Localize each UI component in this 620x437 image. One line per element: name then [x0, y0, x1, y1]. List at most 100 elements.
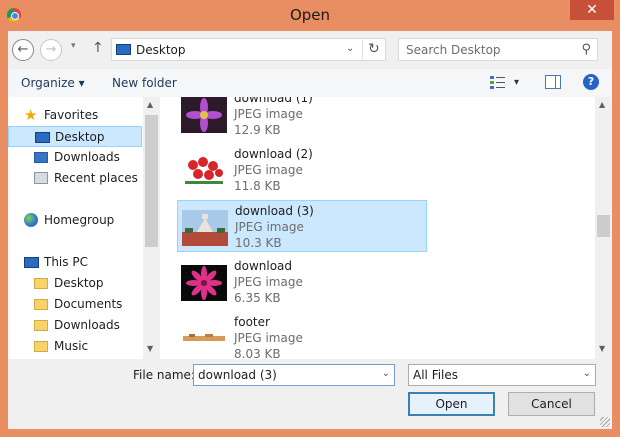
back-button[interactable]: ← — [12, 39, 34, 61]
file-item[interactable]: download (1) JPEG image 12.9 KB — [177, 97, 427, 140]
sidebar-item-downloads[interactable]: Downloads — [8, 147, 142, 168]
sidebar-item-music[interactable]: Music — [8, 336, 142, 357]
scrollbar-thumb[interactable] — [597, 215, 610, 237]
scrollbar-thumb[interactable] — [145, 115, 158, 247]
sidebar-item-label: Music — [54, 339, 89, 353]
file-name: download (1) — [234, 97, 313, 105]
file-type: JPEG image — [234, 331, 303, 345]
command-bar: Organize ▾ New folder ▾ ? — [8, 69, 612, 97]
file-name-label: File name: — [133, 368, 195, 382]
file-item-selected[interactable]: download (3) JPEG image 10.3 KB — [177, 200, 427, 252]
window-title: Open — [289, 6, 331, 24]
sidebar-item-label: Downloads — [54, 150, 120, 164]
sidebar-item-label: Recent places — [54, 171, 138, 185]
organize-button[interactable]: Organize ▾ — [21, 76, 85, 90]
scroll-up-arrow-icon[interactable]: ▲ — [599, 100, 605, 109]
file-item[interactable]: download (2) JPEG image 11.8 KB — [177, 144, 427, 196]
view-dropdown-icon[interactable]: ▾ — [514, 77, 519, 88]
sidebar-item-label: Homegroup — [44, 213, 115, 227]
file-item[interactable]: download JPEG image 6.35 KB — [177, 256, 427, 308]
navigation-pane: ★ Favorites Desktop Downloads Recent pla… — [8, 97, 160, 359]
file-thumbnail — [181, 97, 227, 133]
downloads-folder-icon — [34, 152, 48, 163]
chevron-down-icon[interactable]: ⌄ — [382, 368, 390, 379]
file-type-filter[interactable]: All Files ⌄ — [408, 364, 596, 386]
resize-grip[interactable] — [600, 417, 610, 427]
cancel-button[interactable]: Cancel — [508, 392, 595, 416]
open-dialog: Open ✕ ← → ▾ ↑ Desktop ⌄ ↻ Search Deskto… — [0, 0, 620, 437]
file-size: 8.03 KB — [234, 347, 281, 359]
file-thumbnail — [182, 210, 228, 246]
desktop-icon — [116, 44, 131, 55]
sidebar-item-favorites[interactable]: ★ Favorites — [8, 105, 142, 126]
file-list: download (1) JPEG image 12.9 KB download… — [160, 97, 595, 359]
file-type: JPEG image — [234, 107, 303, 121]
file-thumbnail — [181, 321, 227, 357]
folder-icon — [34, 278, 48, 289]
sidebar-item-this-pc[interactable]: This PC — [8, 252, 142, 273]
music-folder-icon — [34, 341, 48, 352]
sidebar-item-label: Favorites — [44, 108, 99, 122]
sidebar-item-documents[interactable]: Documents — [8, 294, 142, 315]
file-thumbnail — [181, 265, 227, 301]
help-icon[interactable]: ? — [583, 74, 599, 90]
change-view-icon[interactable] — [490, 75, 506, 89]
sidebar-item-label: Desktop — [54, 276, 104, 290]
file-size: 6.35 KB — [234, 291, 281, 305]
sidebar-item-pc-downloads[interactable]: Downloads — [8, 315, 142, 336]
file-size: 11.8 KB — [234, 179, 281, 193]
sidebar-item-label: Documents — [54, 297, 123, 311]
chevron-down-icon[interactable]: ⌄ — [583, 368, 591, 379]
sidebar-item-pc-desktop[interactable]: Desktop — [8, 273, 142, 294]
sidebar-item-desktop[interactable]: Desktop — [8, 126, 142, 147]
title-bar[interactable]: Open ✕ — [0, 0, 620, 30]
folder-icon — [34, 299, 48, 310]
address-bar[interactable]: Desktop ⌄ ↻ — [111, 38, 386, 61]
forward-button[interactable]: → — [40, 39, 62, 61]
file-size: 12.9 KB — [234, 123, 281, 137]
scroll-down-arrow-icon[interactable]: ▼ — [147, 344, 153, 353]
dialog-footer: File name: download (3) ⌄ All Files ⌄ Op… — [8, 359, 612, 429]
computer-icon — [24, 257, 39, 268]
desktop-icon — [35, 132, 50, 143]
scroll-up-arrow-icon[interactable]: ▲ — [147, 100, 153, 109]
open-button[interactable]: Open — [408, 392, 495, 416]
search-box[interactable]: Search Desktop ⚲ — [398, 38, 598, 61]
address-location[interactable]: Desktop — [136, 43, 186, 57]
file-name-input[interactable]: download (3) ⌄ — [193, 364, 395, 386]
navigation-pane-scrollbar[interactable]: ▲ ▼ — [143, 97, 160, 359]
file-item[interactable]: footer JPEG image 8.03 KB — [177, 312, 427, 359]
file-name-value[interactable]: download (3) — [198, 368, 277, 382]
up-arrow-icon[interactable]: ↑ — [92, 40, 104, 56]
sidebar-item-label: Downloads — [54, 318, 120, 332]
file-type: JPEG image — [234, 275, 303, 289]
file-name: download — [234, 259, 293, 273]
address-separator — [362, 39, 363, 60]
file-list-scrollbar[interactable]: ▲ ▼ — [595, 97, 612, 359]
file-thumbnail — [181, 153, 227, 189]
search-icon[interactable]: ⚲ — [581, 42, 591, 57]
star-icon: ★ — [24, 106, 38, 124]
address-dropdown-icon[interactable]: ⌄ — [346, 43, 354, 54]
file-type-filter-value[interactable]: All Files — [413, 368, 458, 382]
file-size: 10.3 KB — [235, 236, 282, 250]
sidebar-item-recent-places[interactable]: Recent places — [8, 168, 142, 189]
refresh-icon[interactable]: ↻ — [368, 41, 380, 57]
sidebar-item-label: This PC — [44, 255, 88, 269]
navigation-bar: ← → ▾ ↑ Desktop ⌄ ↻ Search Desktop ⚲ — [8, 31, 612, 69]
scroll-down-arrow-icon[interactable]: ▼ — [599, 344, 605, 353]
dialog-body: ← → ▾ ↑ Desktop ⌄ ↻ Search Desktop ⚲ Org… — [8, 31, 612, 429]
sidebar-item-homegroup[interactable]: Homegroup — [8, 210, 142, 231]
recent-places-icon — [34, 172, 48, 184]
folder-icon — [34, 320, 48, 331]
file-name: download (2) — [234, 147, 313, 161]
search-input[interactable]: Search Desktop — [406, 43, 501, 57]
file-name: footer — [234, 315, 270, 329]
new-folder-button[interactable]: New folder — [112, 76, 177, 90]
homegroup-icon — [24, 213, 38, 227]
recent-locations-dropdown-icon[interactable]: ▾ — [71, 41, 76, 51]
sidebar-item-label: Desktop — [55, 130, 105, 144]
close-button[interactable]: ✕ — [570, 0, 614, 20]
preview-pane-icon[interactable] — [545, 75, 561, 89]
file-name: download (3) — [235, 204, 314, 218]
